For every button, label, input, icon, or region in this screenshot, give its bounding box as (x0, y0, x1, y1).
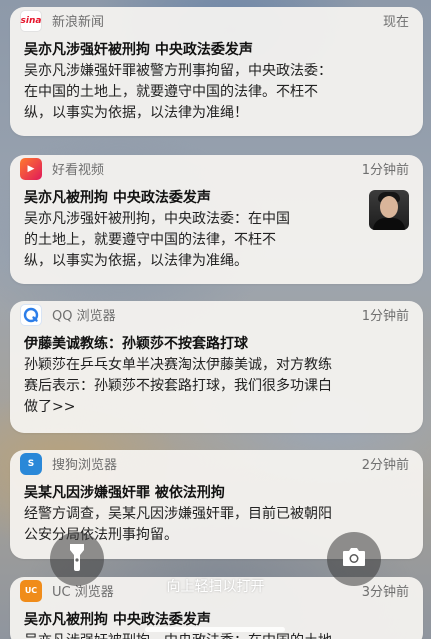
qq-browser-app-icon (20, 303, 42, 326)
notification-header: S 搜狗浏览器 2分钟前 (10, 450, 423, 477)
notification-text-line: 赛后表示：孙颖莎不按套路打球，我们很多功课白 (24, 378, 332, 394)
notification-title: 吴某凡因涉嫌强奸罪 被依法刑拘 (24, 485, 225, 501)
notification-body: 伊藤美诚教练：孙颖莎不按套路打球 孙颖莎在乒乓女单半决赛淘汰伊藤美诚，对方教练 … (10, 328, 423, 428)
notification-title: 伊藤美诚教练：孙颖莎不按套路打球 (24, 336, 248, 352)
notification-text-line: 纵，以事实为依据，以法律为准绳！ (24, 105, 248, 121)
notification-text-line: 吴亦凡涉强奸被刑拘，中央政法委：在中国的土地 (24, 631, 409, 639)
notification-time: 1分钟前 (361, 309, 409, 324)
haokan-video-app-icon: ▶ (20, 157, 42, 180)
notification-body: 吴亦凡被刑拘 中央政法委发声 吴亦凡涉强奸被刑拘，中央政法委：在中国的土地 (10, 604, 423, 639)
notification-text-line: 的土地上，就要遵守中国的法律，不枉不 (24, 232, 276, 248)
notification-body: 吴亦凡被刑拘 中央政法委发声 吴亦凡涉强奸被刑拘，中央政法委：在中国 的土地上，… (10, 182, 423, 282)
notification-title: 吴亦凡涉强奸被刑拘 中央政法委发声 (24, 42, 253, 58)
notification-time: 2分钟前 (361, 458, 409, 473)
notification-header: ▶ 好看视频 1分钟前 (10, 155, 423, 182)
sogou-browser-app-icon: S (20, 452, 42, 475)
notification-card[interactable]: QQ 浏览器 1分钟前 伊藤美诚教练：孙颖莎不按套路打球 孙颖莎在乒乓女单半决赛… (10, 301, 423, 433)
notification-text-line: 吴亦凡涉强奸被刑拘，中央政法委：在中国 (24, 211, 290, 227)
camera-icon (341, 547, 367, 571)
notification-title: 吴亦凡被刑拘 中央政法委发声 (24, 190, 211, 206)
sina-news-app-icon: sina (20, 9, 42, 32)
app-name: QQ 浏览器 (52, 309, 116, 324)
flashlight-icon (68, 542, 86, 576)
notification-body: 吴亦凡涉强奸被刑拘 中央政法委发声 吴亦凡涉嫌强奸罪被警方刑事拘留，中央政法委：… (10, 34, 423, 134)
notification-header: sina 新浪新闻 现在 (10, 7, 423, 34)
notification-text-line: 经警方调查，吴某凡因涉嫌强奸罪，目前已被朝阳 (24, 506, 332, 522)
swipe-up-hint: 向上轻扫以打开 (166, 579, 265, 595)
app-name: 好看视频 (52, 163, 105, 178)
notification-time: 现在 (382, 15, 409, 30)
notification-header: QQ 浏览器 1分钟前 (10, 301, 423, 328)
notification-time: 1分钟前 (361, 163, 409, 178)
notification-text-line: 孙颖莎在乒乓女单半决赛淘汰伊藤美诚，对方教练 (24, 357, 332, 373)
notification-card[interactable]: ▶ 好看视频 1分钟前 吴亦凡被刑拘 中央政法委发声 吴亦凡涉强奸被刑拘，中央政… (10, 155, 423, 284)
notification-card[interactable]: sina 新浪新闻 现在 吴亦凡涉强奸被刑拘 中央政法委发声 吴亦凡涉嫌强奸罪被… (10, 7, 423, 136)
notification-text-line: 吴亦凡涉嫌强奸罪被警方刑事拘留，中央政法委： (24, 63, 332, 79)
notification-text-line: 做了>> (24, 399, 76, 415)
notification-text-line: 纵，以事实为依据，以法律为准绳。 (24, 253, 248, 269)
app-name: 搜狗浏览器 (52, 458, 118, 473)
app-name: 新浪新闻 (52, 15, 105, 30)
home-indicator[interactable] (145, 627, 285, 632)
notification-thumbnail (369, 190, 409, 230)
notification-text-line: 在中国的土地上，就要遵守中国的法律。不枉不 (24, 84, 318, 100)
